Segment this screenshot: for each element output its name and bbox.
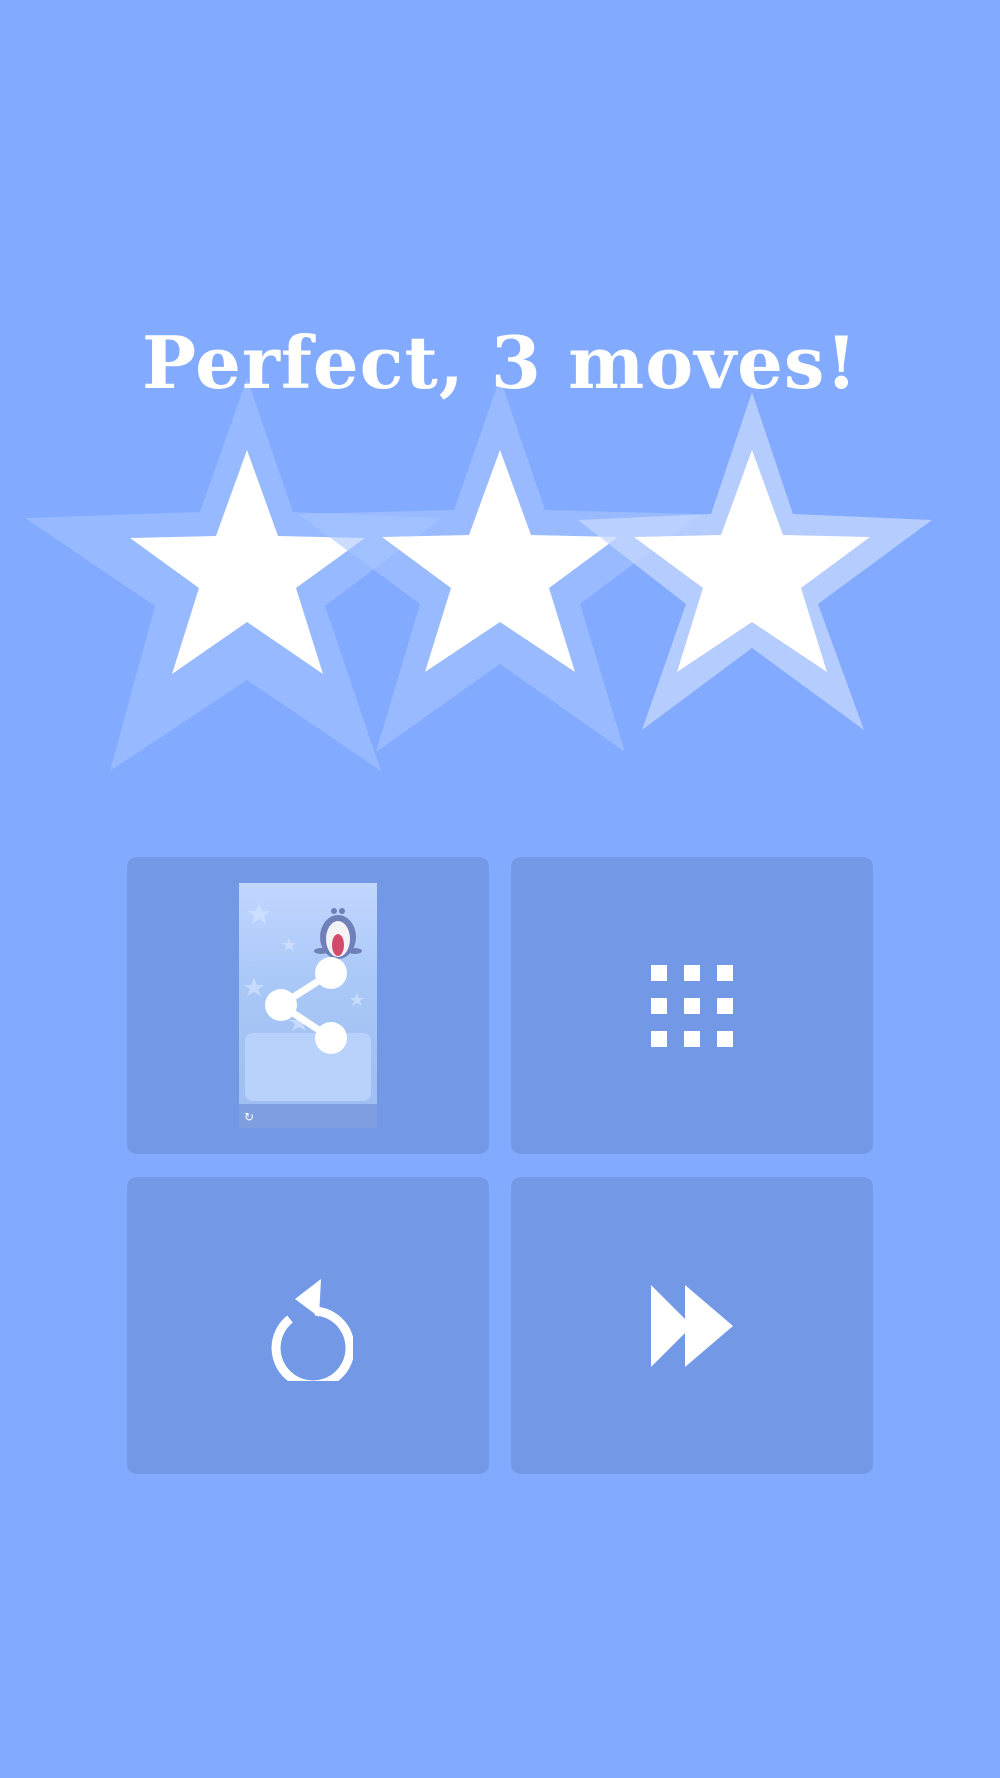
- star-1: [25, 378, 442, 771]
- level-screenshot-thumbnail: ↻: [239, 883, 377, 1128]
- level-complete-screen: Perfect, 3 moves! ↻: [0, 0, 1000, 1778]
- share-icon: [265, 957, 347, 1054]
- thumbnail-footer: ↻: [239, 1104, 377, 1128]
- restart-button[interactable]: [127, 1177, 489, 1474]
- character-icon: [314, 908, 362, 959]
- star-3: [578, 392, 932, 730]
- grid-icon: [651, 964, 733, 1047]
- result-title: Perfect, 3 moves!: [141, 320, 859, 405]
- skip-level-button[interactable]: [511, 1177, 873, 1474]
- restart-icon: [263, 1271, 353, 1381]
- share-button[interactable]: ↻: [127, 857, 489, 1154]
- level-select-button[interactable]: [511, 857, 873, 1154]
- mini-restart-icon: ↻: [244, 1110, 255, 1124]
- fast-forward-icon: [651, 1284, 733, 1367]
- star-rating: [25, 378, 932, 771]
